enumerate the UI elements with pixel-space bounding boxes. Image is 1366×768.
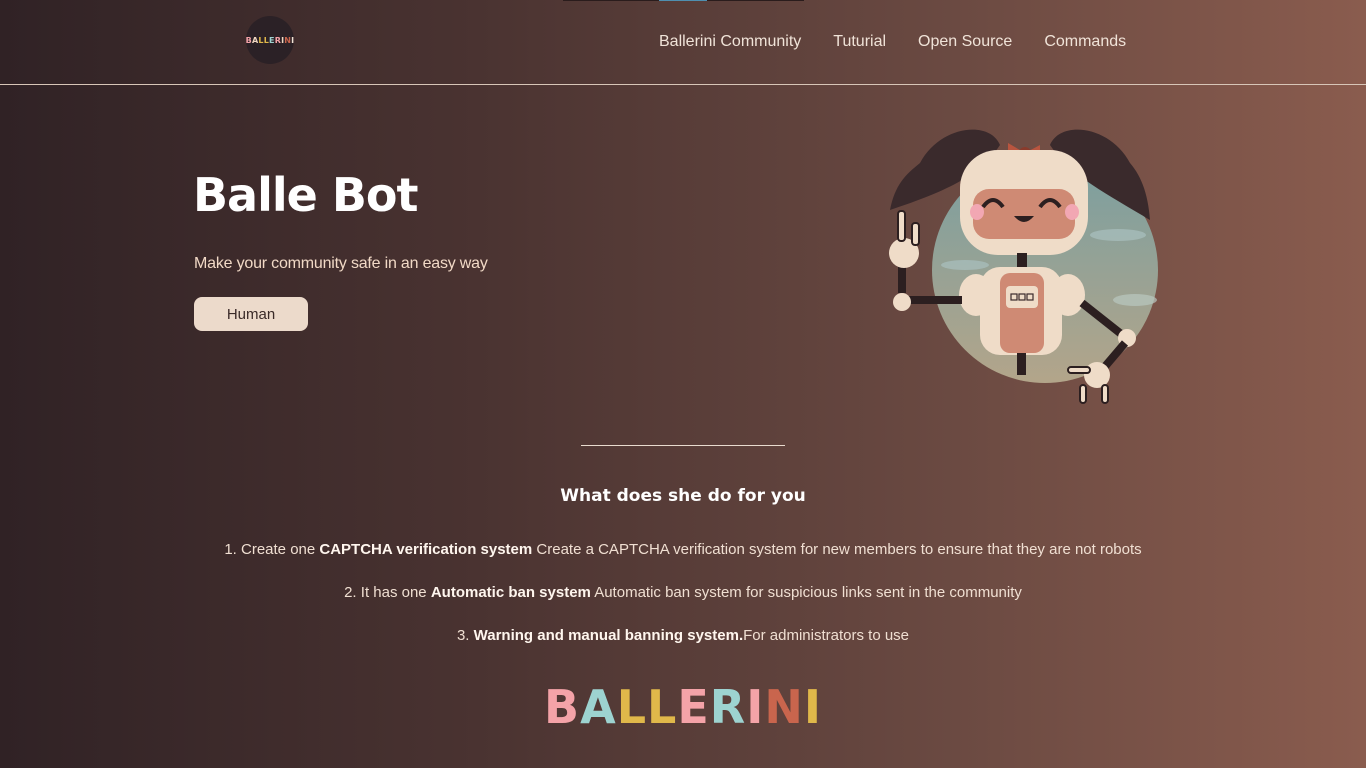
- cloud: [1090, 229, 1146, 241]
- robot-illustration: [889, 129, 1158, 404]
- brand-letter: E: [677, 680, 710, 734]
- cloud: [1113, 294, 1157, 306]
- brand-wordmark: BALLERINI: [0, 680, 1366, 734]
- brand-letter: R: [709, 680, 747, 734]
- nav-link-commands[interactable]: Commands: [1044, 33, 1126, 51]
- logo-badge[interactable]: BALLERINI: [246, 16, 294, 64]
- feature-item: 3. Warning and manual banning system.For…: [456, 627, 910, 644]
- nav-link-ballerini-community[interactable]: Ballerini Community: [659, 33, 801, 51]
- brand-letter: I: [746, 680, 765, 734]
- blush: [970, 204, 984, 220]
- brand-letter: I: [803, 680, 822, 734]
- brand-letter: A: [580, 680, 617, 734]
- logo-text: BALLERINI: [246, 36, 295, 45]
- feature-item: 2. It has one Automatic ban system Autom…: [344, 584, 1022, 601]
- site-header: BALLERINI Ballerini Community Tuturial O…: [0, 0, 1366, 85]
- hero-title: Balle Bot: [193, 168, 419, 222]
- brand-letter: L: [616, 680, 648, 734]
- robot-face: [973, 189, 1075, 239]
- features-title: What does she do for you: [560, 486, 806, 506]
- cloud: [941, 260, 989, 270]
- right-shoulder: [1051, 274, 1085, 316]
- nav-link-open-source[interactable]: Open Source: [918, 33, 1012, 51]
- human-button[interactable]: Human: [194, 297, 308, 331]
- nav-link-tutorial[interactable]: Tuturial: [833, 33, 886, 51]
- feature-item: 1. Create one CAPTCHA verification syste…: [224, 541, 1142, 558]
- logo-letter: I: [291, 35, 295, 45]
- brand-letter: L: [647, 680, 678, 734]
- neck: [1017, 253, 1027, 269]
- section-divider: [581, 445, 785, 446]
- hero-subtitle: Make your community safe in an easy way: [194, 255, 488, 272]
- blush: [1065, 204, 1079, 220]
- left-shoulder: [959, 274, 993, 316]
- robot-chest: [1000, 273, 1044, 353]
- brand-letter: N: [764, 680, 804, 734]
- main-nav: Ballerini Community Tuturial Open Source…: [659, 33, 1126, 51]
- features-list: 1. Create one CAPTCHA verification syste…: [0, 541, 1366, 670]
- brand-letter: B: [544, 680, 581, 734]
